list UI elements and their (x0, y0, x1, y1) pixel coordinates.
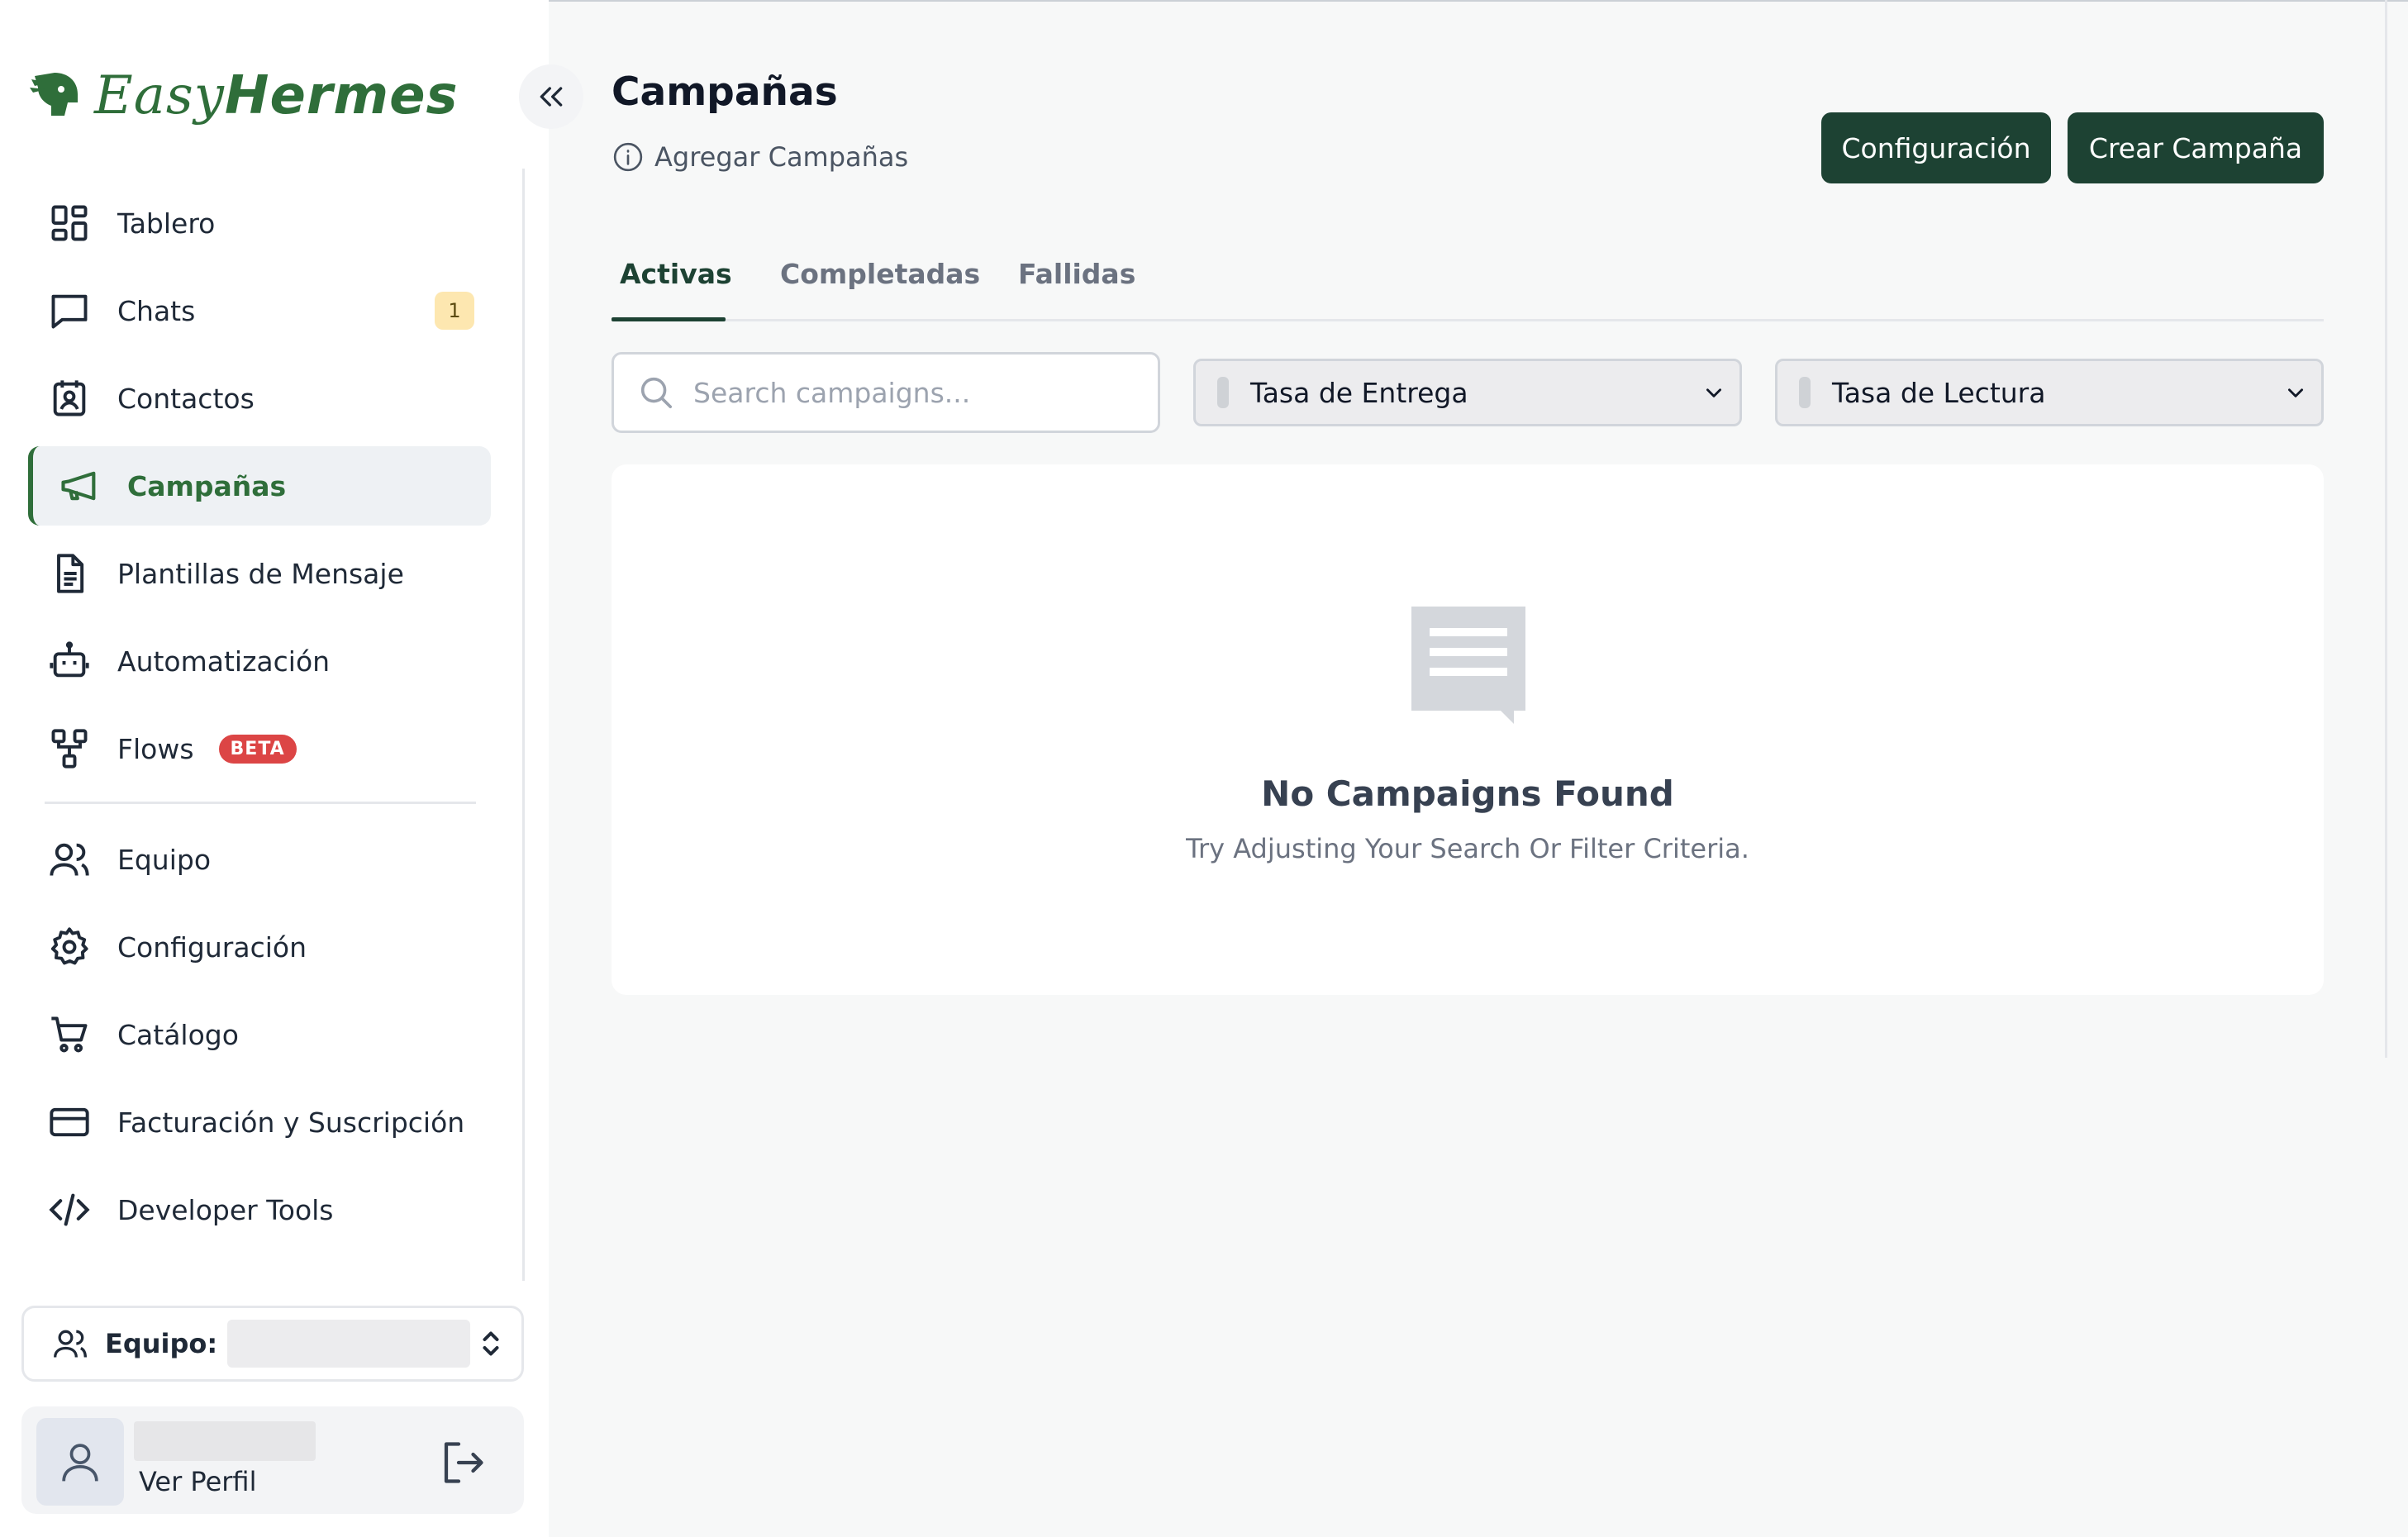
create-campaign-button[interactable]: Crear Campaña (2068, 112, 2324, 183)
select-value: Tasa de Entrega (1250, 376, 1468, 409)
sidebar-item-contactos[interactable]: Contactos (28, 359, 491, 438)
search-box (612, 352, 1160, 433)
sidebar-item-label: Automatización (117, 645, 331, 678)
search-input[interactable] (692, 375, 1138, 410)
user-name-placeholder (134, 1421, 316, 1461)
megaphone-icon (56, 463, 102, 509)
page-subtitle: Agregar Campañas (612, 140, 908, 174)
user-profile: Ver Perfil (21, 1406, 524, 1514)
sidebar-item-label: Plantillas de Mensaje (117, 557, 404, 590)
sidebar-item-catalogo[interactable]: Catálogo (28, 995, 491, 1074)
sidebar-item-label: Chats (117, 294, 196, 327)
sidebar-item-equipo[interactable]: Equipo (28, 820, 491, 899)
collapse-sidebar-button[interactable] (519, 64, 583, 129)
sidebar-item-label: Contactos (117, 382, 255, 415)
cart-icon (46, 1011, 93, 1058)
unread-count-badge: 1 (435, 292, 474, 330)
team-selector[interactable]: Equipo: (21, 1306, 524, 1382)
avatar[interactable] (36, 1418, 124, 1506)
sidebar-scroll-divider (522, 169, 525, 1281)
sidebar-item-label: Catálogo (117, 1018, 239, 1051)
sidebar-item-campanas[interactable]: Campañas (28, 446, 491, 526)
delivery-rate-select[interactable]: Tasa de Entrega (1193, 359, 1742, 426)
team-icon (54, 1330, 87, 1358)
sidebar-item-configuracion[interactable]: Configuración (28, 907, 491, 987)
page-title: Campañas (612, 69, 838, 115)
logout-icon (444, 1442, 483, 1483)
info-icon (613, 142, 643, 172)
brand-name: EasyHermes (94, 65, 459, 126)
logout-button[interactable] (438, 1438, 488, 1487)
nav-divider (45, 802, 476, 804)
tab-activas[interactable]: Activas (620, 258, 732, 290)
empty-state-card: No Campaigns Found Try Adjusting Your Se… (612, 464, 2324, 995)
select-grip (1217, 377, 1229, 408)
tabs-divider (612, 319, 2324, 321)
sidebar: EasyHermes Tablero Chats 1 Contactos Cam… (0, 0, 549, 1537)
empty-state-title: No Campaigns Found (1261, 773, 1674, 814)
document-icon (46, 550, 93, 597)
sidebar-item-label: Configuración (117, 930, 307, 964)
empty-state-subtitle: Try Adjusting Your Search Or Filter Crit… (1186, 833, 1749, 864)
settings-button[interactable]: Configuración (1821, 112, 2051, 183)
chat-icon (46, 288, 93, 334)
dashboard-icon (46, 200, 93, 246)
select-value: Tasa de Lectura (1832, 376, 2046, 409)
tab-fallidas[interactable]: Fallidas (1018, 258, 1135, 290)
window-scroll-edge (2385, 0, 2387, 1058)
sidebar-item-label: Developer Tools (117, 1193, 334, 1226)
sidebar-item-automatizacion[interactable]: Automatización (28, 621, 491, 701)
sidebar-item-tablero[interactable]: Tablero (28, 183, 491, 263)
sidebar-item-flows[interactable]: Flows BETA (28, 709, 491, 788)
beta-badge: BETA (218, 734, 297, 764)
subtitle-text: Agregar Campañas (654, 141, 909, 173)
chevron-down-icon (1706, 388, 1721, 397)
credit-card-icon (46, 1099, 93, 1145)
team-label: Equipo: (105, 1328, 218, 1359)
user-icon (62, 1444, 98, 1482)
sidebar-item-label: Tablero (117, 207, 216, 240)
read-rate-select[interactable]: Tasa de Lectura (1775, 359, 2324, 426)
active-tab-indicator (612, 317, 726, 321)
sidebar-item-label: Facturación y Suscripción (117, 1106, 465, 1139)
sidebar-item-label: Flows (117, 732, 194, 765)
sidebar-item-label: Equipo (117, 843, 212, 876)
sidebar-item-developer-tools[interactable]: Developer Tools (28, 1170, 491, 1249)
sidebar-item-label: Campañas (127, 469, 287, 502)
select-grip (1799, 377, 1811, 408)
tab-completadas[interactable]: Completadas (780, 258, 980, 290)
chevron-up-down-icon (483, 1331, 499, 1356)
sidebar-item-facturacion[interactable]: Facturación y Suscripción (28, 1083, 491, 1162)
brand-logo[interactable]: EasyHermes (28, 66, 459, 126)
contact-card-icon (46, 375, 93, 421)
view-profile-link[interactable]: Ver Perfil (139, 1466, 256, 1497)
code-icon (46, 1187, 93, 1233)
search-icon (640, 377, 673, 409)
team-name-placeholder (227, 1320, 471, 1368)
hermes-helmet-icon (30, 73, 78, 116)
chevrons-left-icon (540, 87, 563, 107)
team-icon (46, 836, 93, 883)
gear-icon (46, 924, 93, 970)
flow-icon (46, 726, 93, 772)
sidebar-item-plantillas[interactable]: Plantillas de Mensaje (28, 534, 491, 613)
message-bubble-icon (1411, 607, 1525, 724)
robot-icon (46, 638, 93, 684)
sidebar-item-chats[interactable]: Chats 1 (28, 271, 491, 350)
chevron-down-icon (2288, 388, 2303, 397)
